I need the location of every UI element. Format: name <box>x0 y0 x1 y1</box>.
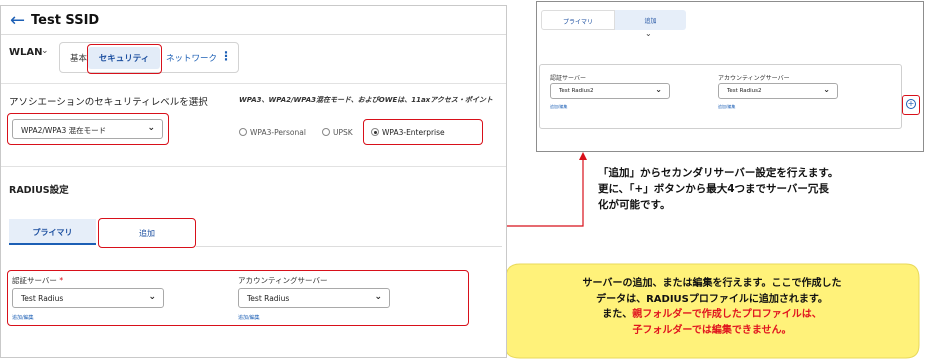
secondary-server-box: 認証サーバー Test Radius2 ⌄ 追加/編集 アカウンティングサーバー… <box>539 64 902 129</box>
radio-selected-icon <box>371 128 379 136</box>
radio-label: WPA3-Personal <box>250 128 306 137</box>
divider <box>196 246 502 247</box>
security-level-value: WPA2/WPA3 混在モード <box>21 126 107 135</box>
wlan-label: WLAN <box>9 47 43 58</box>
chevron-down-icon: ⌄ <box>823 85 830 94</box>
accounting-server-label: アカウンティングサーバー <box>718 75 790 82</box>
ssid-settings-panel: ← Test SSID WLAN ⌄ 基本 セキュリティ ネットワーク ⋮ アソ… <box>0 5 507 358</box>
tab-basic[interactable]: 基本 <box>70 52 87 64</box>
auth-server-value: Test Radius2 <box>559 88 594 94</box>
more-options-icon[interactable]: ⋮ <box>220 49 232 63</box>
radio-upsk[interactable]: UPSK <box>322 128 353 137</box>
accounting-add-edit-link[interactable]: 追加/編集 <box>718 104 735 110</box>
accounting-server-value: Test Radius <box>247 294 290 303</box>
radius-heading: RADIUS設定 <box>9 185 69 196</box>
required-mark: * <box>59 276 64 285</box>
auth-add-edit-link[interactable]: 追加/編集 <box>12 314 34 321</box>
auth-server-select[interactable]: Test Radius2 ⌄ <box>550 83 670 99</box>
chevron-down-icon: ⌄ <box>374 292 382 302</box>
divider <box>1 83 506 84</box>
chevron-down-icon: ⌄ <box>148 292 156 302</box>
auth-server-select[interactable]: Test Radius ⌄ <box>12 288 164 308</box>
chevron-down-icon[interactable]: ⌄ <box>41 46 49 56</box>
tab-add[interactable]: 追加 <box>98 218 196 248</box>
chevron-down-icon: ⌄ <box>147 123 155 133</box>
chevron-down-icon: ⌄ <box>655 85 662 94</box>
accounting-add-edit-link[interactable]: 追加/編集 <box>238 314 260 321</box>
accounting-server-value: Test Radius2 <box>727 88 762 94</box>
radio-icon <box>239 128 247 136</box>
security-level-select[interactable]: WPA2/WPA3 混在モード ⌄ <box>12 119 163 139</box>
page-title: Test SSID <box>31 13 100 28</box>
plus-circle-icon: + <box>906 99 916 109</box>
arrow-left-icon[interactable]: ← <box>10 12 25 30</box>
annotation-secondary-server: 「追加」からセカンダリサーバー設定を行えます。 更に、「+」ボタンから最大4つま… <box>598 167 839 211</box>
tab-primary[interactable]: プライマリ <box>541 10 615 30</box>
annotation-callout: サーバーの追加、または編集を行えます。ここで作成した データは、RADIUSプロ… <box>582 278 842 336</box>
radio-label: UPSK <box>333 128 353 137</box>
accounting-server-select[interactable]: Test Radius ⌄ <box>238 288 390 308</box>
accounting-server-label: アカウンティングサーバー <box>238 276 328 285</box>
tab-add[interactable]: 追加 <box>615 10 686 30</box>
add-server-button[interactable]: + <box>902 95 920 115</box>
accounting-server-select[interactable]: Test Radius2 ⌄ <box>718 83 838 99</box>
chevron-down-icon: ⌄ <box>645 29 652 38</box>
divider <box>1 34 506 35</box>
auth-server-label: 認証サーバー <box>550 75 586 82</box>
radio-wpa3-personal[interactable]: WPA3-Personal <box>239 128 306 137</box>
divider <box>1 166 506 167</box>
radio-label: WPA3-Enterprise <box>382 128 445 137</box>
auth-server-label: 認証サーバー * <box>12 276 64 285</box>
highlight-security-tab <box>87 44 162 74</box>
auth-add-edit-link[interactable]: 追加/編集 <box>550 104 567 110</box>
association-label: アソシエーションのセキュリティレベルを選択 <box>9 97 208 108</box>
auth-server-value: Test Radius <box>21 294 64 303</box>
radio-wpa3-enterprise[interactable]: WPA3-Enterprise <box>371 128 445 137</box>
association-note: WPA3、WPA2/WPA3混在モード、およびOWEは、11axアクセス・ポイン… <box>239 96 493 104</box>
tab-network[interactable]: ネットワーク <box>166 52 217 64</box>
secondary-server-panel: プライマリ 追加 ⌄ 認証サーバー Test Radius2 ⌄ 追加/編集 ア… <box>536 1 924 152</box>
radio-icon <box>322 128 330 136</box>
tab-primary[interactable]: プライマリ <box>9 219 96 245</box>
